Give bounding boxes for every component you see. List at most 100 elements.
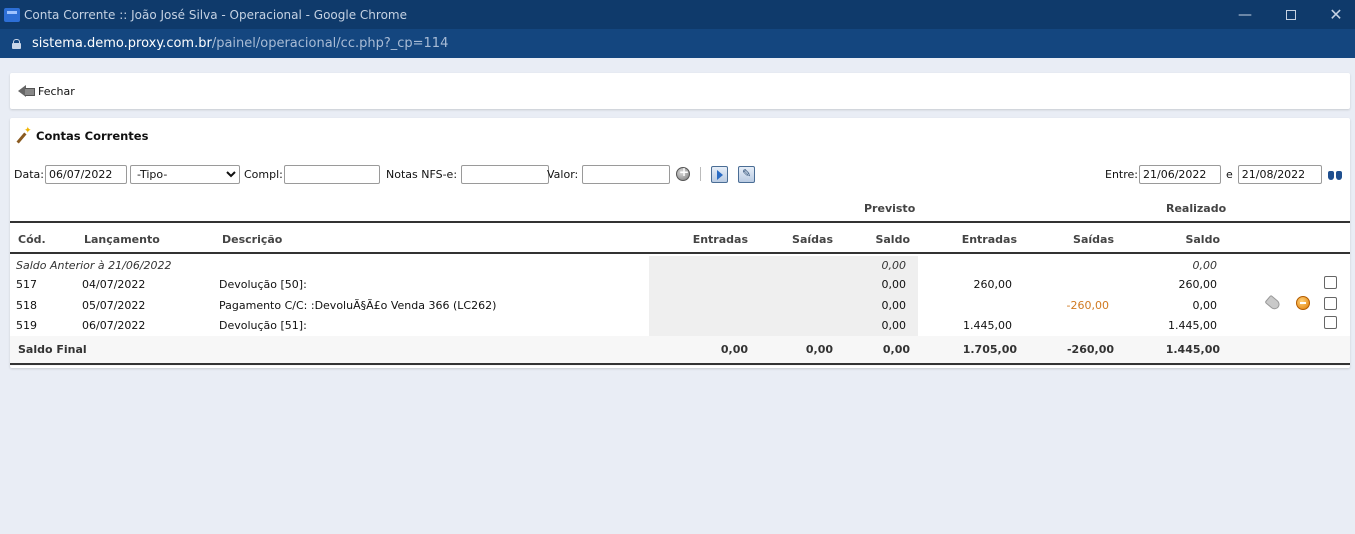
table-row[interactable]: 517 04/07/2022 Devolução [50]: 0,00 260,… [10, 276, 1350, 298]
notas-filter: Notas NFS-e: [386, 164, 550, 184]
minimize-icon: — [1238, 6, 1252, 23]
header-bottom-line [10, 252, 1350, 254]
col-real-saidas: Saídas [1073, 233, 1114, 246]
url-text[interactable]: sistema.demo.proxy.com.br/painel/operaci… [32, 36, 448, 51]
section-title: Contas Correntes [18, 126, 149, 143]
cell-real-saidas: -260,00 [1066, 299, 1109, 312]
url-path: /painel/operacional/cc.php?_cp=114 [211, 36, 449, 51]
data-input[interactable] [44, 164, 127, 184]
cell-lancamento: 05/07/2022 [82, 299, 146, 312]
maximize-button[interactable] [1268, 0, 1314, 29]
cell-cod: 519 [16, 319, 37, 332]
col-cod: Cód. [18, 233, 46, 246]
saldo-anterior-label: Saldo Anterior à 21/06/2022 [16, 259, 172, 272]
filter-bar: Data: -Tipo- Compl: Notas NFS-e: Valor: … [14, 164, 1346, 184]
cell-cod: 517 [16, 278, 37, 291]
header-top-line [10, 221, 1350, 223]
cell-real-entradas: 1.445,00 [963, 319, 1012, 332]
add-circle-icon [676, 165, 690, 181]
section-title-text: Contas Correntes [36, 129, 149, 143]
add-button[interactable] [676, 164, 690, 184]
compl-filter: Compl: [244, 164, 380, 184]
col-lancamento: Lançamento [84, 233, 160, 246]
e-label: e [1226, 167, 1233, 181]
cell-real-saldo: 1.445,00 [1168, 319, 1217, 332]
saldo-final-prev-saidas: 0,00 [805, 343, 833, 356]
cell-prev-saldo: 0,00 [881, 319, 907, 332]
col-real-saldo: Saldo [1185, 233, 1220, 246]
row-checkbox[interactable] [1324, 316, 1337, 329]
lock-icon [12, 38, 21, 49]
data-label: Data: [14, 167, 44, 181]
fechar-button[interactable]: Fechar [18, 84, 75, 98]
valor-input[interactable] [582, 164, 671, 184]
back-arrow-icon [18, 84, 36, 98]
contas-correntes-panel: Contas Correntes Data: -Tipo- Compl: Not… [10, 118, 1350, 368]
saldo-final-real-saidas: -260,00 [1066, 343, 1114, 356]
saldo-final-label: Saldo Final [18, 343, 87, 356]
maximize-icon [1286, 9, 1296, 20]
saldo-final-prev-entradas: 0,00 [720, 343, 748, 356]
cell-real-entradas: 260,00 [973, 278, 1013, 291]
cell-prev-saldo: 0,00 [881, 278, 907, 291]
notas-input[interactable] [461, 164, 550, 184]
row-checkbox[interactable] [1324, 276, 1337, 289]
remove-icon[interactable] [1296, 296, 1310, 310]
cell-real-saldo: 260,00 [1178, 278, 1218, 291]
row-checkbox[interactable] [1324, 297, 1337, 310]
col-prev-saldo: Saldo [875, 233, 910, 246]
valor-label: Valor: [547, 167, 579, 181]
cell-descricao: Pagamento C/C: :DevoluÃ§Ã£o Venda 366 (L… [219, 299, 497, 312]
entre-from-input[interactable] [1139, 164, 1221, 184]
close-window-button[interactable]: ✕ [1313, 0, 1355, 29]
export-icon [711, 165, 728, 183]
separator [700, 167, 701, 181]
cell-prev-saldo: 0,00 [881, 299, 907, 312]
entre-label: Entre: [1105, 167, 1138, 181]
fechar-label: Fechar [38, 84, 75, 98]
compl-input[interactable] [283, 164, 380, 184]
valor-filter: Valor: [547, 164, 671, 184]
col-prev-entradas: Entradas [692, 233, 748, 246]
window-titlebar: Conta Corrente :: João José Silva - Oper… [0, 0, 1355, 29]
cell-cod: 518 [16, 299, 37, 312]
cell-real-saldo: 0,00 [1192, 299, 1218, 312]
data-filter: Data: [14, 164, 127, 184]
app-icon [4, 7, 20, 22]
minimize-button[interactable]: — [1222, 0, 1268, 29]
cell-descricao: Devolução [51]: [219, 319, 307, 332]
export-button[interactable] [711, 164, 728, 184]
group-previsto: Previsto [864, 202, 916, 215]
settings-button[interactable] [738, 164, 755, 184]
search-button[interactable] [1327, 164, 1343, 184]
entre-to-input[interactable] [1237, 164, 1322, 184]
url-host: sistema.demo.proxy.com.br [32, 36, 212, 51]
table-bottom-line [10, 363, 1350, 365]
toolbar-separator [700, 164, 701, 184]
col-prev-saidas: Saídas [792, 233, 833, 246]
wrench-icon [738, 165, 755, 183]
saldo-final-prev-saldo: 0,00 [882, 343, 910, 356]
saldo-final-real-entradas: 1.705,00 [962, 343, 1017, 356]
cell-lancamento: 04/07/2022 [82, 278, 146, 291]
entre-filter: Entre: e [1105, 164, 1322, 184]
close-icon: ✕ [1329, 5, 1343, 24]
cell-lancamento: 06/07/2022 [82, 319, 146, 332]
window-title: Conta Corrente :: João José Silva - Oper… [24, 7, 407, 22]
saldo-final-real-saldo: 1.445,00 [1165, 343, 1220, 356]
compl-label: Compl: [244, 167, 283, 181]
address-bar[interactable]: sistema.demo.proxy.com.br/painel/operaci… [0, 29, 1355, 58]
table-row[interactable]: 518 05/07/2022 Pagamento C/C: :DevoluÃ§Ã… [10, 294, 1350, 319]
tipo-select[interactable]: -Tipo- [130, 164, 240, 184]
saldo-anterior-real: 0,00 [1192, 259, 1218, 272]
magic-wand-icon [18, 126, 32, 143]
saldo-anterior-prev: 0,00 [881, 259, 907, 272]
top-toolbar-panel: Fechar [10, 73, 1350, 109]
col-descricao: Descrição [222, 233, 283, 246]
tipo-filter: -Tipo- [130, 164, 240, 184]
group-realizado: Realizado [1166, 202, 1227, 215]
col-real-entradas: Entradas [961, 233, 1017, 246]
cell-descricao: Devolução [50]: [219, 278, 307, 291]
notas-label: Notas NFS-e: [386, 167, 458, 181]
binoculars-icon [1327, 167, 1343, 181]
